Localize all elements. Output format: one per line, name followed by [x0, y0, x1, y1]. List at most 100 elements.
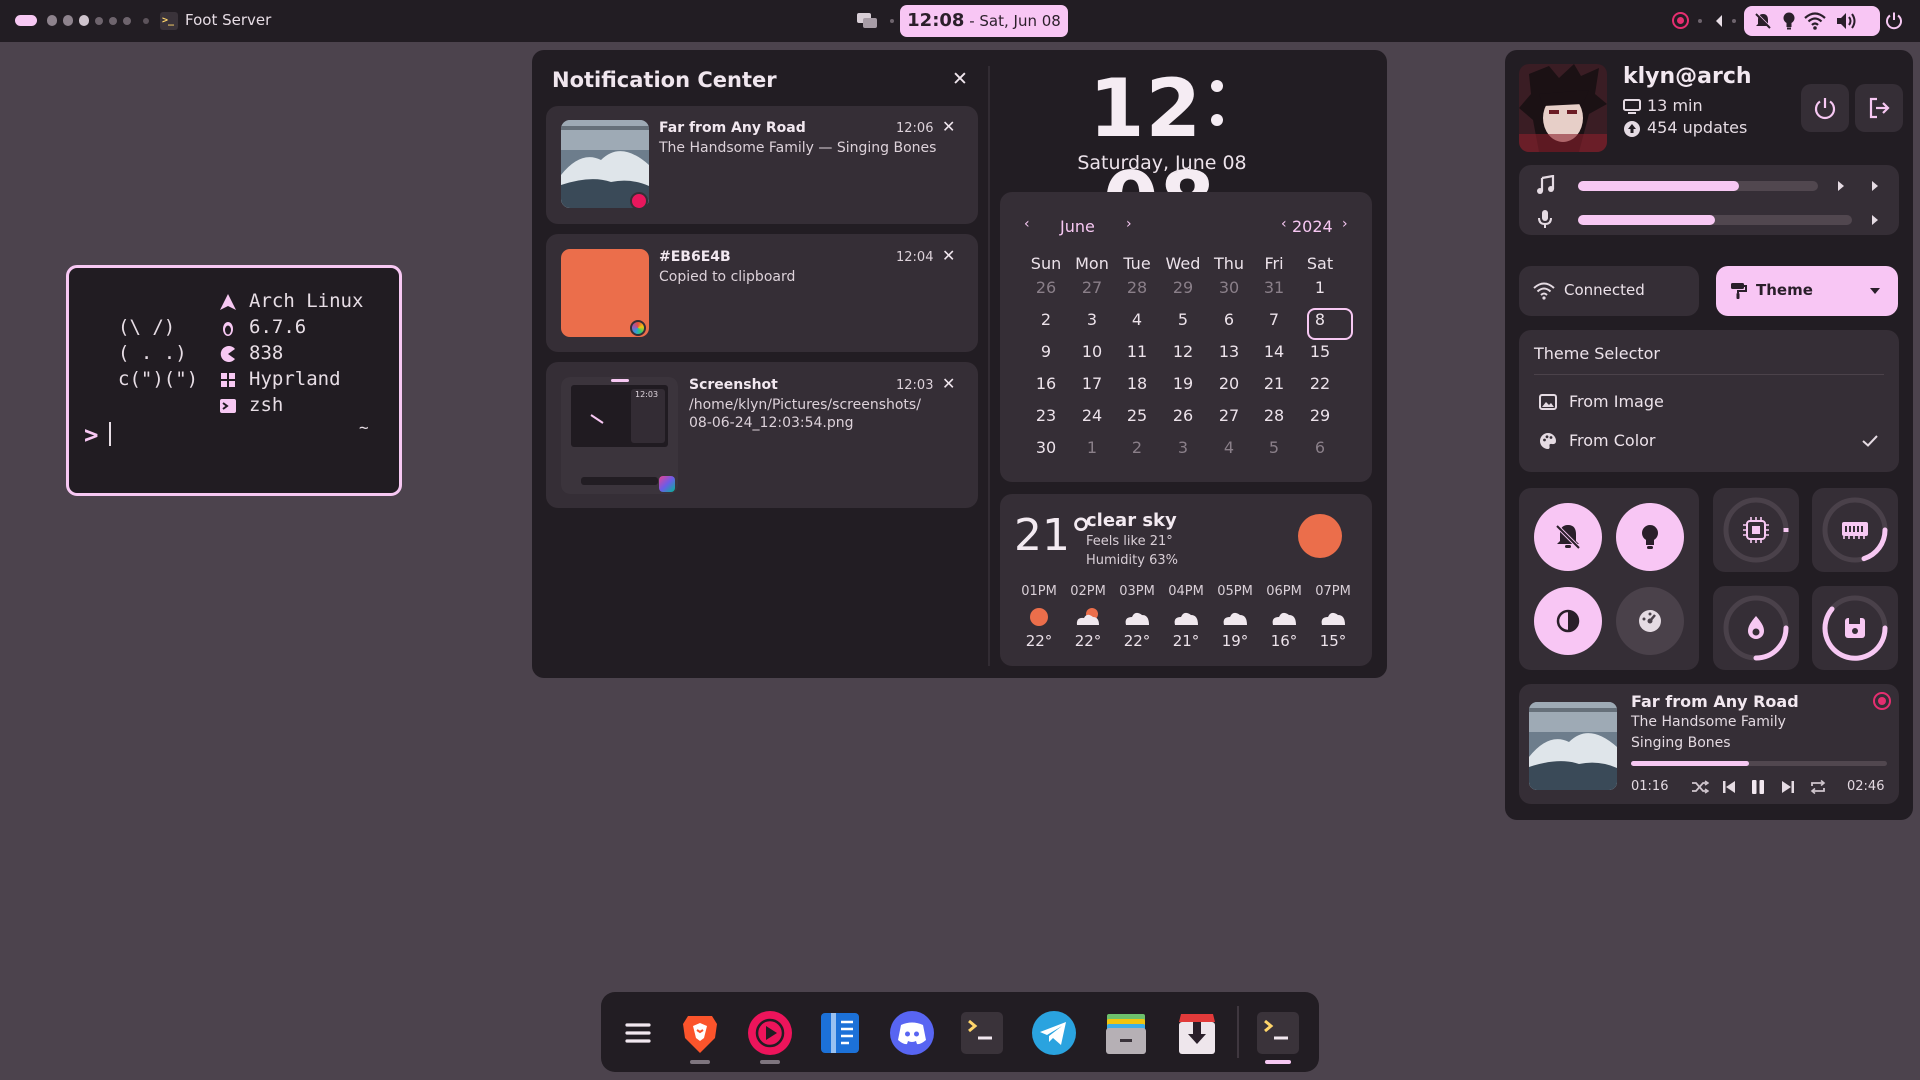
volume-slider[interactable] [1578, 181, 1818, 191]
calendar-day[interactable]: 25 [1115, 406, 1159, 425]
calendar-day[interactable]: 29 [1161, 278, 1205, 297]
next-month-icon[interactable]: › [1126, 216, 1132, 232]
network-button[interactable]: Connected [1519, 266, 1699, 316]
calendar-day[interactable]: 30 [1024, 438, 1068, 457]
logout-button[interactable] [1855, 84, 1903, 132]
calendar-day[interactable]: 16 [1024, 374, 1068, 393]
recording-icon[interactable] [1672, 12, 1689, 29]
calendar-day[interactable]: 5 [1161, 310, 1205, 329]
power-button[interactable] [1801, 84, 1849, 132]
calendar-day[interactable]: 15 [1298, 342, 1342, 361]
calendar-day[interactable]: 26 [1161, 406, 1205, 425]
calendar-day[interactable]: 26 [1024, 278, 1068, 297]
performance-toggle[interactable] [1616, 587, 1684, 655]
next-icon[interactable] [1781, 779, 1795, 795]
calendar-day[interactable]: 11 [1115, 342, 1159, 361]
dismiss-icon[interactable]: ✕ [942, 117, 955, 136]
pause-icon[interactable] [1751, 779, 1765, 795]
workspace-4[interactable] [79, 15, 89, 26]
notifications-off-icon[interactable] [1754, 12, 1772, 30]
calendar-day[interactable]: 19 [1161, 374, 1205, 393]
dnd-toggle[interactable] [1534, 503, 1602, 571]
discord-icon[interactable] [887, 1008, 937, 1058]
prev-month-icon[interactable]: ‹ [1024, 216, 1030, 232]
next-year-icon[interactable]: › [1342, 216, 1348, 232]
calendar-day[interactable]: 9 [1024, 342, 1068, 361]
calendar-day[interactable]: 23 [1024, 406, 1068, 425]
calendar-day[interactable]: 4 [1207, 438, 1251, 457]
dark-mode-toggle[interactable] [1534, 587, 1602, 655]
foot-terminal-icon[interactable] [1253, 1008, 1303, 1058]
volume-output-icon[interactable] [1871, 180, 1879, 192]
calendar-day[interactable]: 31 [1252, 278, 1296, 297]
microphone-slider[interactable] [1578, 215, 1852, 225]
power-icon[interactable] [1884, 11, 1904, 31]
avatar[interactable] [1519, 64, 1607, 152]
calendar-day[interactable]: 10 [1070, 342, 1114, 361]
calendar-day[interactable]: 14 [1252, 342, 1296, 361]
calendar-day[interactable]: 6 [1207, 310, 1251, 329]
dismiss-icon[interactable]: ✕ [942, 246, 955, 265]
calendar-day[interactable]: 12 [1161, 342, 1205, 361]
calendar-day[interactable]: 28 [1252, 406, 1296, 425]
youtube-music-icon[interactable] [745, 1008, 795, 1058]
downloader-icon[interactable] [1172, 1008, 1222, 1058]
idle-inhibitor-toggle[interactable] [1616, 503, 1684, 571]
calendar-day[interactable]: 1 [1070, 438, 1114, 457]
bulb-icon[interactable] [1782, 12, 1796, 30]
brave-icon[interactable] [675, 1008, 725, 1058]
calendar-day[interactable]: 3 [1161, 438, 1205, 457]
calendar-day[interactable]: 7 [1252, 310, 1296, 329]
calendar-day[interactable]: 30 [1207, 278, 1251, 297]
calendar-day[interactable]: 17 [1070, 374, 1114, 393]
workspace-8[interactable] [143, 18, 149, 24]
previous-icon[interactable] [1722, 779, 1736, 795]
telegram-icon[interactable] [1029, 1008, 1079, 1058]
theme-option-selected[interactable]: From Color [1519, 423, 1899, 461]
workspace-6[interactable] [109, 17, 117, 25]
prev-year-icon[interactable]: ‹ [1281, 216, 1287, 232]
microphone-expand-icon[interactable] [1871, 214, 1879, 226]
workspace-7[interactable] [123, 17, 131, 25]
track-progress[interactable] [1631, 761, 1887, 766]
calendar-day[interactable]: 27 [1070, 278, 1114, 297]
calendar-day[interactable]: 21 [1252, 374, 1296, 393]
menu-icon[interactable] [613, 1008, 663, 1058]
wifi-icon[interactable] [1804, 12, 1826, 30]
clock-button[interactable]: 12:08 - Sat, Jun 08 [900, 5, 1068, 37]
tray-collapse-icon[interactable] [1714, 13, 1724, 29]
calendar-day[interactable]: 18 [1115, 374, 1159, 393]
workspace-2[interactable] [47, 15, 57, 26]
volume-icon[interactable] [1836, 12, 1858, 30]
volume-expand-icon[interactable] [1837, 180, 1845, 192]
calendar-day[interactable]: 1 [1298, 278, 1342, 297]
calendar-day[interactable]: 5 [1252, 438, 1296, 457]
calendar-day[interactable]: 28 [1115, 278, 1159, 297]
calendar-day[interactable]: 2 [1024, 310, 1068, 329]
calendar-day[interactable]: 13 [1207, 342, 1251, 361]
terminal-window[interactable]: (\ /) ( . .) c(")(") Arch Linux 6.7.6 83… [66, 265, 402, 496]
dismiss-icon[interactable]: ✕ [942, 374, 955, 393]
calendar-day[interactable]: 3 [1070, 310, 1114, 329]
repeat-icon[interactable] [1809, 779, 1827, 795]
theme-option[interactable]: From Image [1519, 384, 1899, 422]
notification-card[interactable]: 12:03 Screenshot /home/klyn/Pictures/scr… [546, 362, 978, 508]
calendar-day[interactable]: 24 [1070, 406, 1114, 425]
shuffle-icon[interactable] [1691, 779, 1709, 795]
calendar-day[interactable]: 20 [1207, 374, 1251, 393]
foliate-icon[interactable] [815, 1008, 865, 1058]
chat-icon[interactable] [856, 12, 878, 30]
calendar-day[interactable]: 22 [1298, 374, 1342, 393]
calendar-day[interactable]: 2 [1115, 438, 1159, 457]
close-icon[interactable]: ✕ [952, 68, 968, 90]
calendar-day[interactable]: 27 [1207, 406, 1251, 425]
notification-card[interactable]: Far from Any Road The Handsome Family — … [546, 106, 978, 224]
theme-button[interactable]: Theme [1716, 266, 1898, 316]
notification-card[interactable]: #EB6E4B Copied to clipboard 12:04 ✕ [546, 234, 978, 352]
calendar-day[interactable]: 6 [1298, 438, 1342, 457]
files-icon[interactable] [1101, 1008, 1151, 1058]
calendar-day[interactable]: 4 [1115, 310, 1159, 329]
workspace-1[interactable] [15, 15, 37, 26]
workspace-3[interactable] [63, 15, 73, 26]
workspace-5[interactable] [95, 17, 103, 25]
